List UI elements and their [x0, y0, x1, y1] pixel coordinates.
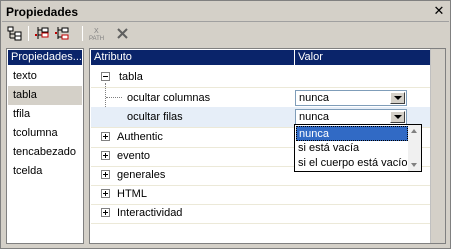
title-bar: Propiedades ✕	[2, 2, 449, 22]
group-row-tabla[interactable]: tabla	[91, 67, 431, 87]
attribute-label: ocultar filas	[127, 111, 183, 123]
value-column-header[interactable]: Valor	[295, 50, 431, 65]
expand-icon[interactable]	[101, 208, 110, 217]
element-list-item-selected[interactable]: tabla	[8, 86, 82, 105]
element-list-item[interactable]: tcolumna	[8, 124, 82, 143]
dropdown-option[interactable]: si el cuerpo está vacío	[296, 156, 408, 171]
attribute-label: ocultar columnas	[127, 92, 211, 104]
properties-window: Propiedades ✕ X PATH Propiedades... text…	[0, 0, 451, 249]
chevron-down-icon[interactable]	[390, 92, 405, 104]
group-row-interactividad[interactable]: Interactividad	[91, 203, 431, 223]
collapse-icon[interactable]	[101, 72, 110, 81]
select-dropdown-list: nunca si está vacía si el cuerpo está va…	[294, 124, 422, 172]
expand-icon[interactable]	[101, 170, 110, 179]
chevron-down-icon[interactable]	[390, 111, 405, 123]
close-icon[interactable]: ✕	[432, 4, 446, 18]
window-title: Propiedades	[6, 5, 79, 19]
expand-icon[interactable]	[101, 189, 110, 198]
element-list-panel: Propiedades... texto tabla tfila tcolumn…	[6, 48, 84, 244]
tree-layout-icon[interactable]	[6, 25, 24, 42]
select-value: nunca	[299, 111, 329, 123]
expand-icon[interactable]	[101, 132, 110, 141]
scroll-up-icon[interactable]	[411, 129, 417, 133]
group-label: Interactividad	[117, 207, 183, 219]
group-label: HTML	[117, 188, 147, 200]
dropdown-scrollbar[interactable]	[408, 125, 421, 171]
xpath-icon[interactable]: X PATH	[88, 25, 110, 42]
group-label: Authentic	[117, 131, 163, 143]
expand-icon[interactable]	[101, 151, 110, 160]
dropdown-option[interactable]: si está vacía	[296, 141, 408, 156]
element-list-item[interactable]: tcelda	[8, 162, 82, 181]
insert-child-icon[interactable]	[34, 25, 52, 42]
attribute-row[interactable]: ocultar columnas nunca	[91, 88, 431, 108]
hide-columns-select[interactable]: nunca	[295, 90, 407, 106]
group-label: evento	[117, 150, 151, 162]
element-list-header[interactable]: Propiedades...	[8, 50, 82, 65]
hide-rows-select[interactable]: nunca	[295, 109, 407, 125]
group-label: tabla	[119, 71, 143, 83]
select-value: nunca	[299, 92, 329, 104]
svg-text:X: X	[94, 28, 99, 35]
toolbar-separator	[82, 26, 83, 41]
group-label: generales	[117, 169, 166, 181]
group-row-html[interactable]: HTML	[91, 184, 431, 204]
attribute-column-header[interactable]: Atributo	[91, 50, 294, 65]
element-list-item[interactable]: tencabezado	[8, 143, 82, 162]
insert-sibling-icon[interactable]	[54, 25, 72, 42]
delete-icon[interactable]	[114, 25, 132, 42]
dropdown-option-selected[interactable]: nunca	[296, 126, 408, 141]
scroll-down-icon[interactable]	[411, 163, 417, 167]
vertical-scrollbar-area	[430, 49, 445, 243]
toolbar-separator	[28, 26, 29, 41]
element-list-item[interactable]: tfila	[8, 105, 82, 124]
xpath-label: PATH	[89, 36, 104, 42]
toolbar: X PATH	[2, 23, 449, 43]
element-list-item[interactable]: texto	[8, 67, 82, 86]
row-divider	[91, 223, 431, 224]
